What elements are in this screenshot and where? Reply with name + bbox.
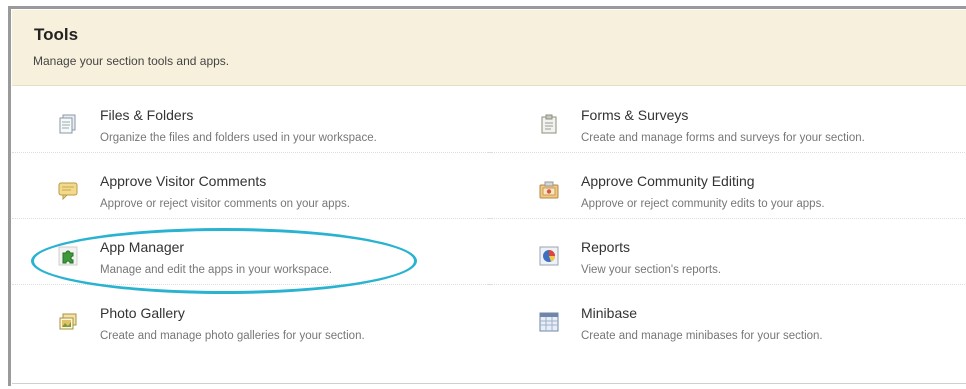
puzzle-piece-icon: [58, 246, 78, 266]
files-folders-icon: [58, 114, 78, 134]
tool-name[interactable]: Approve Visitor Comments: [100, 173, 266, 189]
tool-photo-gallery[interactable]: Photo Gallery Create and manage photo ga…: [12, 284, 492, 350]
pie-chart-icon: [539, 246, 559, 266]
photo-gallery-icon: [58, 312, 78, 332]
tool-description: Create and manage photo galleries for yo…: [100, 330, 365, 342]
minibase-table-icon: [539, 312, 559, 332]
tool-name[interactable]: Approve Community Editing: [581, 173, 755, 189]
tools-grid: Files & Folders Organize the files and f…: [12, 86, 966, 384]
tool-description: Approve or reject visitor comments on yo…: [100, 198, 350, 210]
tool-minibase[interactable]: Minibase Create and manage minibases for…: [487, 284, 966, 350]
tool-description: Manage and edit the apps in your workspa…: [100, 264, 333, 276]
tool-approve-community-editing[interactable]: Approve Community Editing Approve or rej…: [487, 152, 966, 219]
tool-name[interactable]: Photo Gallery: [100, 305, 185, 321]
tool-description: Create and manage minibases for your sec…: [581, 330, 823, 342]
clipboard-icon: [539, 114, 559, 134]
tool-description: Approve or reject community edits to you…: [581, 198, 825, 210]
tool-description: Organize the files and folders used in y…: [100, 132, 377, 144]
tool-name[interactable]: Files & Folders: [100, 107, 193, 123]
tool-approve-visitor-comments[interactable]: Approve Visitor Comments Approve or reje…: [12, 152, 492, 219]
tool-description: View your section's reports.: [581, 264, 722, 276]
tool-description: Create and manage forms and surveys for …: [581, 132, 865, 144]
tool-files-folders[interactable]: Files & Folders Organize the files and f…: [12, 86, 492, 153]
page-title: Tools: [34, 25, 79, 44]
tool-app-manager[interactable]: App Manager Manage and edit the apps in …: [12, 218, 492, 285]
tools-header: Tools Manage your section tools and apps…: [12, 10, 966, 86]
tool-name[interactable]: Minibase: [581, 305, 637, 321]
tool-reports[interactable]: Reports View your section's reports.: [487, 218, 966, 285]
community-edit-icon: [539, 180, 559, 200]
tool-forms-surveys[interactable]: Forms & Surveys Create and manage forms …: [487, 86, 966, 153]
page-subtitle: Manage your section tools and apps.: [33, 54, 230, 68]
tool-name[interactable]: Reports: [581, 239, 630, 255]
tool-name[interactable]: App Manager: [100, 239, 184, 255]
tool-name[interactable]: Forms & Surveys: [581, 107, 688, 123]
comment-bubble-icon: [58, 180, 78, 200]
